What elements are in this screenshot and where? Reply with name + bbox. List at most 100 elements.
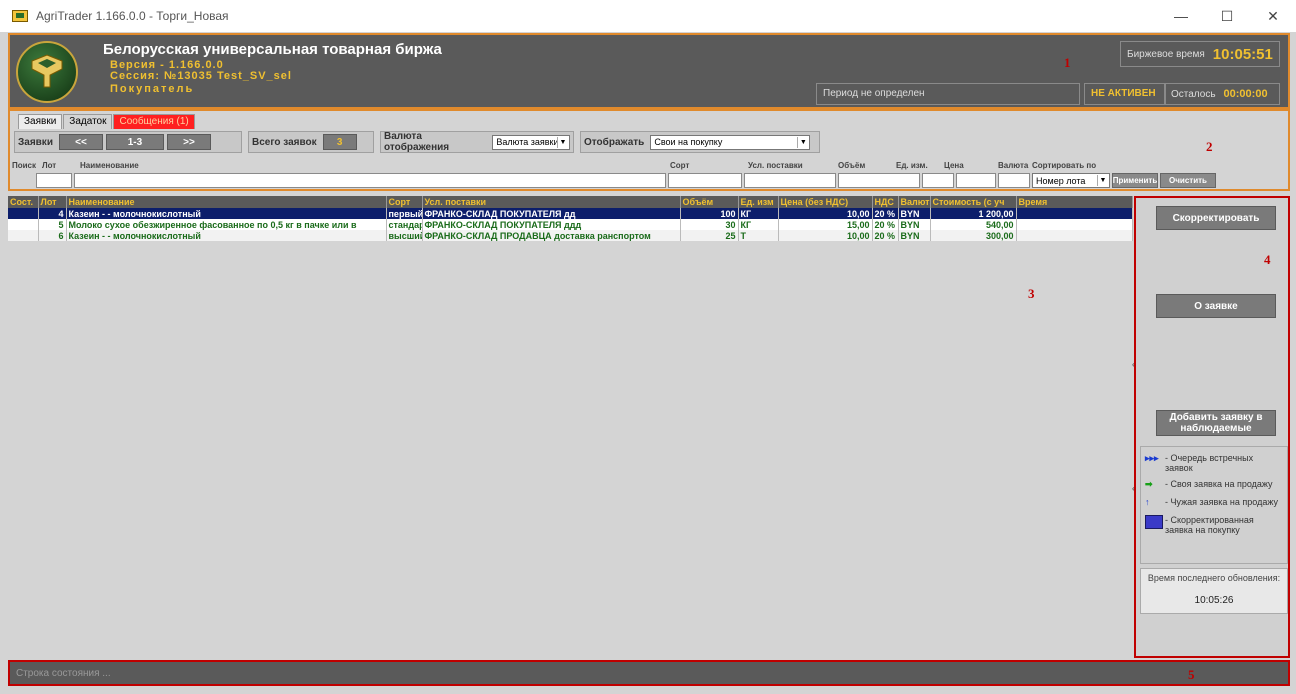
cell-status xyxy=(8,208,39,219)
blue-arrow-up-icon: ↑ xyxy=(1145,497,1150,507)
tab-deposit[interactable]: Задаток xyxy=(63,114,113,129)
period-status: Период не определен xyxy=(816,83,1080,105)
cell-status xyxy=(8,230,39,241)
col-header-delivery[interactable]: Усл. поставки xyxy=(422,196,681,208)
cell-unit: КГ xyxy=(738,219,779,230)
correct-order-button[interactable]: Скорректировать xyxy=(1156,206,1276,230)
cell-volume: 100 xyxy=(680,208,739,219)
legend-text: - Чужая заявка на продажу xyxy=(1165,497,1278,507)
orders-pager: Заявки << 1-3 >> xyxy=(14,131,242,153)
cell-name: Казеин - - молочнокислотный xyxy=(66,208,387,219)
queue-icon: ▸▸▸ xyxy=(1145,453,1159,463)
cell-volume: 30 xyxy=(680,219,739,230)
search-header-sort: Сортировать по xyxy=(1032,161,1097,170)
price-search-input[interactable] xyxy=(956,173,996,188)
minimize-button[interactable]: — xyxy=(1158,0,1204,32)
search-header-delivery: Усл. поставки xyxy=(748,161,803,170)
col-header-grade[interactable]: Сорт xyxy=(386,196,423,208)
col-header-unit[interactable]: Ед. изм xyxy=(738,196,779,208)
unit-search-input[interactable] xyxy=(922,173,954,188)
col-header-lot[interactable]: Лот xyxy=(38,196,67,208)
table-row[interactable]: 5 Молоко сухое обезжиренное фасованное п… xyxy=(8,219,1133,230)
chevron-down-icon: ▼ xyxy=(557,136,568,148)
legend-item: ↑ - Чужая заявка на продажу xyxy=(1145,497,1289,507)
cell-delivery: ФРАНКО-СКЛАД ПОКУПАТЕЛЯ дд xyxy=(422,208,681,219)
region-number-3: 3 xyxy=(1028,286,1035,301)
cell-cost: 1 200,00 xyxy=(930,208,1017,219)
legend-item: ▸▸▸ - Очередь встречных заявок xyxy=(1145,453,1275,473)
search-header-currency: Валюта xyxy=(998,161,1029,170)
delivery-search-input[interactable] xyxy=(744,173,836,188)
search-header-search: Поиск xyxy=(12,161,37,170)
status-text: Строка состояния ... xyxy=(16,667,111,679)
tab-messages[interactable]: Сообщения (1) xyxy=(113,114,195,129)
remaining-time-box: Осталось 00:00:00 xyxy=(1164,83,1280,105)
col-header-time[interactable]: Время xyxy=(1016,196,1133,208)
role-text: Покупатель xyxy=(110,83,195,95)
legend-text: - Скорректированная заявка на покупку xyxy=(1165,515,1254,535)
last-update-box: Время последнего обновления: 10:05:26 xyxy=(1140,568,1288,614)
cell-currency: BYN xyxy=(898,219,931,230)
tab-orders[interactable]: Заявки xyxy=(18,114,63,129)
about-order-button[interactable]: О заявке xyxy=(1156,294,1276,318)
next-page-button[interactable]: >> xyxy=(166,134,211,150)
cell-delivery: ФРАНКО-СКЛАД ПОКУПАТЕЛЯ ддд xyxy=(422,219,681,230)
table-header-row: Сост. Лот Наименование Сорт Усл. поставк… xyxy=(8,196,1133,208)
legend: ▸▸▸ - Очередь встречных заявок ➡ - Своя … xyxy=(1140,446,1288,564)
close-button[interactable]: ✕ xyxy=(1250,0,1296,32)
cell-currency: BYN xyxy=(898,230,931,241)
cell-name: Молоко сухое обезжиренное фасованное по … xyxy=(66,219,387,230)
total-orders-box: Всего заявок 3 xyxy=(248,131,374,153)
display-select[interactable]: Свои на покупку ▼ xyxy=(650,134,811,150)
cell-volume: 25 xyxy=(680,230,739,241)
cell-grade: стандар xyxy=(386,219,423,230)
region-number-2: 2 xyxy=(1206,139,1213,154)
remaining-value: 00:00:00 xyxy=(1223,88,1268,100)
col-header-vat[interactable]: НДС xyxy=(872,196,899,208)
add-to-watchlist-button[interactable]: Добавить заявку в наблюдаемые xyxy=(1156,410,1276,436)
exchange-name: Белорусская универсальная товарная биржа xyxy=(103,41,442,58)
window-title: AgriTrader 1.166.0.0 - Торги_Новая xyxy=(36,9,229,23)
chevron-down-icon: ▼ xyxy=(1097,175,1108,186)
green-arrow-icon: ➡ xyxy=(1145,479,1153,489)
cell-time xyxy=(1016,219,1133,230)
cell-lot: 5 xyxy=(38,219,67,230)
prev-page-button[interactable]: << xyxy=(58,134,103,150)
chevron-down-icon: ▼ xyxy=(797,136,808,148)
col-header-currency[interactable]: Валюта xyxy=(898,196,931,208)
navigation-row: Заявки << 1-3 >> Всего заявок 3 Валюта о… xyxy=(14,131,826,153)
cell-grade: первый xyxy=(386,208,423,219)
tab-bar: Заявки Задаток Сообщения (1) xyxy=(18,114,196,129)
search-header-lot: Лот xyxy=(42,161,57,170)
orders-label: Заявки xyxy=(18,136,53,148)
table-row[interactable]: 4 Казеин - - молочнокислотный первый ФРА… xyxy=(8,208,1133,219)
legend-item: ➡ - Своя заявка на продажу xyxy=(1145,479,1289,490)
cell-delivery: ФРАНКО-СКЛАД ПРОДАВЦА доставка ранспорто… xyxy=(422,230,681,241)
col-header-cost[interactable]: Стоимость (с уч xyxy=(930,196,1017,208)
cell-grade: высший xyxy=(386,230,423,241)
col-header-price[interactable]: Цена (без НДС) xyxy=(778,196,873,208)
cell-unit: Т xyxy=(738,230,779,241)
apply-button[interactable]: Применить xyxy=(1112,173,1158,188)
grade-search-input[interactable] xyxy=(668,173,742,188)
display-select-value: Свои на покупку xyxy=(654,137,723,147)
col-header-status[interactable]: Сост. xyxy=(8,196,39,208)
filter-panel: Заявки Задаток Сообщения (1) 2 Заявки <<… xyxy=(8,109,1290,191)
cell-vat: 20 % xyxy=(872,230,899,241)
col-header-name[interactable]: Наименование xyxy=(66,196,387,208)
col-header-volume[interactable]: Объём xyxy=(680,196,739,208)
lot-search-input[interactable] xyxy=(36,173,72,188)
total-orders-label: Всего заявок xyxy=(252,136,317,148)
name-search-input[interactable] xyxy=(74,173,666,188)
status-bar: Строка состояния ... 5 xyxy=(8,660,1290,686)
search-header-volume: Объём xyxy=(838,161,866,170)
app-window: AgriTrader 1.166.0.0 - Торги_Новая — ☐ ✕… xyxy=(0,0,1296,694)
volume-search-input[interactable] xyxy=(838,173,920,188)
region-number-1: 1 xyxy=(1064,55,1071,70)
currency-search-input[interactable] xyxy=(998,173,1030,188)
table-row[interactable]: 6 Казеин - - молочнокислотный высший ФРА… xyxy=(8,230,1133,241)
maximize-button[interactable]: ☐ xyxy=(1204,0,1250,32)
currency-select[interactable]: Валюта заявки ▼ xyxy=(492,134,570,150)
clear-button[interactable]: Очистить xyxy=(1160,173,1216,188)
sort-select[interactable]: Номер лота ▼ xyxy=(1032,173,1110,188)
